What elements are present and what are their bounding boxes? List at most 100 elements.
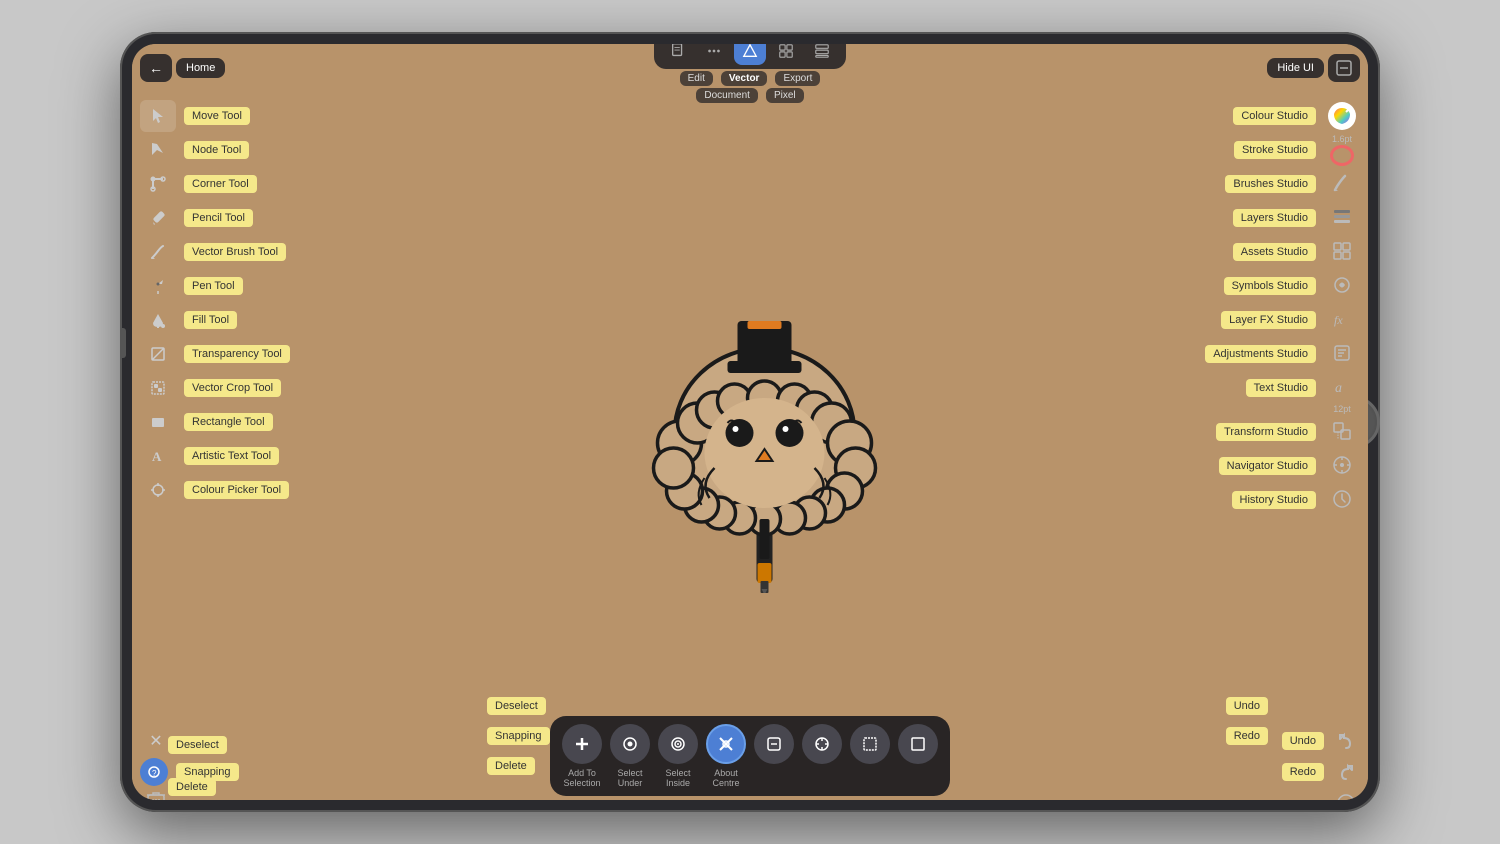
- delete-label: Delete: [168, 778, 216, 796]
- select-inside-btn[interactable]: [658, 724, 698, 764]
- navigator-studio-icon[interactable]: [1331, 454, 1353, 479]
- transform-studio-icon[interactable]: [1331, 420, 1353, 445]
- left-panel: Move Tool Node Tool Corner Tool: [132, 92, 184, 800]
- close-icon[interactable]: ✕: [149, 731, 162, 751]
- sub-tabs: Document Pixel: [696, 88, 803, 103]
- extra-btn-4[interactable]: [898, 724, 938, 764]
- assets-studio-wrapper: Assets Studio: [1324, 236, 1360, 268]
- select-under-btn[interactable]: [610, 724, 650, 764]
- vector-brush-tool-wrapper: Vector Brush Tool: [140, 236, 176, 268]
- pen-tool[interactable]: [140, 270, 176, 302]
- colour-studio-wrapper: Colour Studio: [1324, 100, 1360, 132]
- redo-label: Redo: [1282, 763, 1324, 781]
- snapping-icon[interactable]: ?: [140, 758, 168, 786]
- bottom-center-panel: Add To Selection Select Under Select Ins…: [550, 716, 950, 796]
- selection-tools-panel: Add To Selection Select Under Select Ins…: [550, 716, 950, 796]
- extra-btn-3[interactable]: [850, 724, 890, 764]
- snapping-text: Snapping: [487, 727, 550, 745]
- tab-vector[interactable]: Vector: [721, 71, 768, 86]
- move-tool[interactable]: [140, 100, 176, 132]
- svg-text:a: a: [1335, 381, 1342, 396]
- artistic-text-tool[interactable]: A: [140, 440, 176, 472]
- fill-tool-wrapper: Fill Tool: [140, 304, 176, 336]
- top-left-controls: ← Home: [140, 54, 225, 82]
- selection-tools-row: [562, 724, 938, 764]
- stroke-value: 1.6pt: [1332, 134, 1352, 144]
- select-under-label: Select Under: [610, 768, 650, 788]
- delete-floating-label: Delete: [487, 757, 535, 775]
- affinity-icon-btn[interactable]: [734, 44, 766, 65]
- tab-export[interactable]: Export: [775, 71, 820, 86]
- mode-tabs: Edit Vector Export: [680, 71, 821, 86]
- vector-brush-tool[interactable]: [140, 236, 176, 268]
- transform-studio-wrapper: Transform Studio: [1324, 416, 1360, 448]
- assets-studio-icon[interactable]: [1331, 240, 1353, 265]
- delete-icon[interactable]: [147, 791, 165, 801]
- deselect-floating-label: Deselect: [487, 697, 546, 715]
- select-inside-label: Select Inside: [658, 768, 698, 788]
- delete-tooltip: Delete: [168, 777, 216, 796]
- symbols-studio-icon[interactable]: [1331, 274, 1353, 299]
- history-studio-wrapper: History Studio: [1324, 484, 1360, 516]
- about-centre-btn[interactable]: [706, 724, 746, 764]
- bottom-bar: ✕ ? Snapping Deselect: [132, 744, 1368, 800]
- node-tool[interactable]: [140, 134, 176, 166]
- selection-tool-labels: Add To Selection Select Under Select Ins…: [562, 768, 938, 788]
- tab-document[interactable]: Document: [696, 88, 758, 103]
- top-right-controls: Hide UI: [1267, 54, 1360, 82]
- extra-btn-1[interactable]: [754, 724, 794, 764]
- adjustments-studio-icon[interactable]: [1331, 342, 1353, 367]
- corner-tool[interactable]: [140, 168, 176, 200]
- home-button-top[interactable]: Home: [176, 58, 225, 78]
- more-icon-btn[interactable]: [698, 44, 730, 65]
- text-studio-wrapper: a Text Studio: [1324, 372, 1360, 404]
- move-tool-wrapper: Move Tool: [140, 100, 176, 132]
- text-studio-icon[interactable]: a: [1331, 376, 1353, 401]
- svg-text:?: ?: [152, 769, 157, 778]
- top-toolbar-icons: [654, 44, 846, 69]
- history-studio-icon[interactable]: [1331, 488, 1353, 513]
- owl-illustration: [620, 213, 910, 593]
- hide-ui-button[interactable]: Hide UI: [1267, 58, 1324, 78]
- brushes-studio-wrapper: Brushes Studio: [1324, 168, 1360, 200]
- document-icon-btn[interactable]: [662, 44, 694, 65]
- about-centre-label: About Centre: [706, 768, 746, 788]
- stroke-indicator-circle[interactable]: [1330, 145, 1354, 166]
- vector-crop-tool[interactable]: [140, 372, 176, 404]
- layer-fx-studio-wrapper: fx Layer FX Studio: [1324, 304, 1360, 336]
- tab-edit[interactable]: Edit: [680, 71, 713, 86]
- extra-btn-2[interactable]: [802, 724, 842, 764]
- corner-tool-wrapper: Corner Tool: [140, 168, 176, 200]
- pen-tool-wrapper: Pen Tool: [140, 270, 176, 302]
- rectangle-tool[interactable]: [140, 406, 176, 438]
- view-icon-btn[interactable]: [806, 44, 838, 65]
- tab-pixel[interactable]: Pixel: [766, 88, 804, 103]
- grid-icon-btn[interactable]: [770, 44, 802, 65]
- add-to-selection-btn[interactable]: [562, 724, 602, 764]
- brushes-studio-icon[interactable]: [1331, 172, 1353, 197]
- pencil-tool[interactable]: [140, 202, 176, 234]
- transparency-tool[interactable]: [140, 338, 176, 370]
- canvas-area: [132, 44, 1368, 800]
- redo-floating-label: Redo: [1226, 727, 1268, 745]
- layer-fx-studio-icon[interactable]: fx: [1331, 308, 1353, 333]
- fill-tool[interactable]: [140, 304, 176, 336]
- layers-studio-icon[interactable]: [1331, 206, 1353, 231]
- delete-text: Delete: [487, 757, 535, 775]
- undo-text: Undo: [1226, 697, 1268, 715]
- redo-icon[interactable]: [1332, 758, 1360, 786]
- colour-picker-tool[interactable]: [140, 474, 176, 506]
- node-tool-wrapper: Node Tool: [140, 134, 176, 166]
- undo-wrapper: Undo: [1332, 727, 1360, 755]
- undo-floating-label: Undo: [1226, 697, 1268, 715]
- ui-toggle-icon[interactable]: [1328, 54, 1360, 82]
- transparency-tool-wrapper: Transparency Tool: [140, 338, 176, 370]
- help-icon[interactable]: ?: [1332, 789, 1360, 800]
- add-to-selection-label: Add To Selection: [562, 768, 602, 788]
- font-value: 12pt: [1333, 404, 1351, 414]
- tablet-screen: ← Home: [132, 44, 1368, 800]
- undo-icon[interactable]: [1332, 727, 1360, 755]
- colour-indicator[interactable]: [1328, 102, 1356, 130]
- back-button[interactable]: ←: [140, 54, 172, 82]
- right-panel: Colour Studio 1.6pt Stroke Studio Brushe…: [1316, 92, 1368, 800]
